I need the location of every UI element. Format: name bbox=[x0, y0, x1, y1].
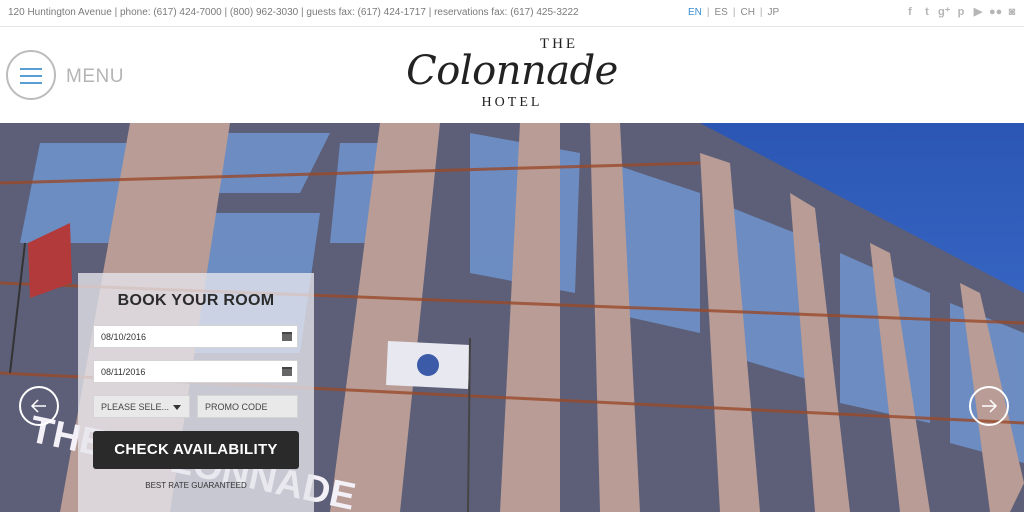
contact-info: 120 Huntington Avenue | phone: (617) 424… bbox=[8, 7, 579, 18]
menu-label[interactable]: MENU bbox=[66, 66, 124, 88]
menu-button[interactable] bbox=[6, 50, 56, 100]
facebook-icon[interactable]: f bbox=[904, 6, 916, 19]
arrow-left-icon bbox=[30, 399, 46, 413]
promo-placeholder: PROMO CODE bbox=[205, 402, 268, 412]
social-links: f t g⁺ p ▶ ●● ◙ bbox=[904, 6, 1018, 19]
instagram-icon[interactable]: ◙ bbox=[1006, 6, 1018, 19]
next-slide-button[interactable] bbox=[969, 386, 1009, 426]
hero-image: THE COLONNADE BOOK YOUR ROOM 08/10/2016 … bbox=[0, 123, 1024, 512]
booking-title: BOOK YOUR ROOM bbox=[117, 292, 275, 309]
checkout-value: 08/11/2016 bbox=[101, 367, 146, 377]
logo-name: Colonnade bbox=[406, 48, 618, 94]
calendar-icon[interactable] bbox=[282, 332, 292, 341]
flickr-icon[interactable]: ●● bbox=[989, 6, 1002, 19]
guests-select[interactable]: PLEASE SELE... bbox=[93, 395, 190, 418]
prev-slide-button[interactable] bbox=[19, 386, 59, 426]
lang-en[interactable]: EN bbox=[688, 7, 702, 18]
twitter-icon[interactable]: t bbox=[921, 6, 933, 19]
pinterest-icon[interactable]: p bbox=[955, 6, 967, 19]
best-rate-note: BEST RATE GUARANTEED bbox=[145, 481, 247, 490]
select-value: PLEASE SELE... bbox=[101, 402, 170, 412]
calendar-icon[interactable] bbox=[282, 367, 292, 376]
arrow-right-icon bbox=[982, 399, 998, 413]
booking-panel: BOOK YOUR ROOM 08/10/2016 08/11/2016 PLE… bbox=[78, 273, 314, 512]
chevron-down-icon bbox=[173, 405, 181, 410]
checkin-value: 08/10/2016 bbox=[101, 332, 147, 342]
lang-es[interactable]: ES bbox=[715, 7, 728, 18]
language-switcher: EN | ES | CH | JP bbox=[688, 7, 780, 18]
top-bar: 120 Huntington Avenue | phone: (617) 424… bbox=[0, 0, 1024, 27]
site-header: MENU THE Colonnade HOTEL bbox=[0, 28, 1024, 123]
youtube-icon[interactable]: ▶ bbox=[972, 6, 984, 19]
logo-hotel: HOTEL bbox=[481, 95, 543, 110]
lang-ch[interactable]: CH bbox=[740, 7, 754, 18]
check-availability-button[interactable]: CHECK AVAILABILITY bbox=[93, 431, 299, 469]
lang-jp[interactable]: JP bbox=[768, 7, 780, 18]
checkin-date-input[interactable]: 08/10/2016 bbox=[93, 325, 298, 348]
checkout-date-input[interactable]: 08/11/2016 bbox=[93, 360, 298, 383]
google-plus-icon[interactable]: g⁺ bbox=[938, 6, 951, 19]
hamburger-icon bbox=[20, 68, 42, 70]
hotel-logo[interactable]: THE Colonnade HOTEL bbox=[400, 36, 624, 111]
promo-code-input[interactable]: PROMO CODE bbox=[197, 395, 298, 418]
